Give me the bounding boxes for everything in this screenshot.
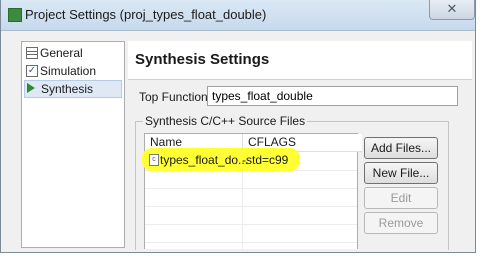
play-arrow-icon xyxy=(27,83,35,93)
checkbox-icon: ✓ xyxy=(26,65,38,77)
row-divider xyxy=(145,206,357,207)
nav-item-synthesis[interactable]: Synthesis xyxy=(24,80,122,98)
table-row-cflags[interactable]: -std=c99 xyxy=(242,153,288,167)
c-file-icon: c xyxy=(149,154,159,166)
table-row-name[interactable]: types_float_do... xyxy=(160,153,248,167)
close-icon: ✕ xyxy=(446,1,458,16)
row-divider xyxy=(145,224,357,225)
window-title: Project Settings (proj_types_float_doubl… xyxy=(25,7,267,22)
app-icon xyxy=(8,8,22,22)
settings-nav-panel: General ✓ Simulation Synthesis xyxy=(21,41,125,248)
top-function-input[interactable] xyxy=(207,86,458,106)
row-divider xyxy=(145,242,357,243)
settings-grid-icon xyxy=(26,47,38,59)
new-file-button[interactable]: New File... xyxy=(364,162,438,184)
page-title: Synthesis Settings xyxy=(135,51,270,68)
row-divider xyxy=(145,188,357,189)
nav-item-label: Simulation xyxy=(40,64,97,78)
nav-item-label: Synthesis xyxy=(41,82,94,96)
title-bar[interactable]: Project Settings (proj_types_float_doubl… xyxy=(1,0,475,31)
nav-item-label: General xyxy=(40,46,83,60)
top-function-label: Top Function: xyxy=(139,90,212,104)
page-header: Synthesis Settings xyxy=(128,41,472,80)
add-files-button[interactable]: Add Files... xyxy=(364,137,438,159)
close-button[interactable]: ✕ xyxy=(429,0,475,20)
edit-cflags-button[interactable]: Edit CFLAGS... xyxy=(364,187,438,226)
remove-button[interactable]: Remove xyxy=(364,212,438,234)
source-files-group-label: Synthesis C/C++ Source Files xyxy=(143,114,308,128)
